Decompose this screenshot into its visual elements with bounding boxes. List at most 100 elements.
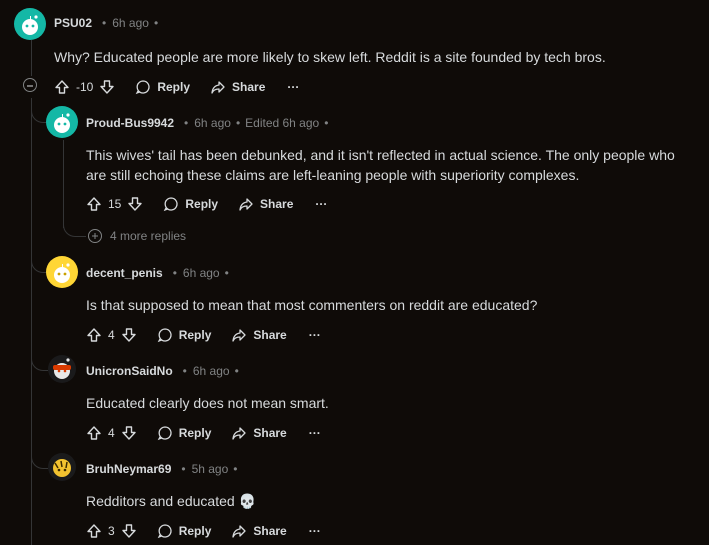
comment-meta: decent_penis • 6h ago •	[86, 266, 234, 280]
thread-line-root	[31, 40, 32, 76]
share-button[interactable]: Share	[231, 425, 287, 441]
reply-label: Reply	[178, 426, 212, 440]
upvote-button[interactable]	[86, 327, 102, 343]
comment-actions: 4 Reply Share ···	[86, 325, 321, 345]
separator: •	[235, 116, 241, 130]
share-icon	[239, 198, 253, 211]
comment-meta: BruhNeymar69 • 5h ago •	[86, 462, 242, 476]
reply-label: Reply	[178, 524, 212, 538]
downvote-icon	[128, 197, 143, 211]
more-options-button[interactable]: ···	[315, 197, 327, 211]
comment-meta: UnicronSaidNo • 6h ago •	[86, 364, 244, 378]
score: 15	[108, 197, 122, 211]
plus-circle-icon	[88, 229, 102, 243]
more-options-button[interactable]: ···	[309, 426, 321, 440]
comment-body: Why? Educated people are more likely to …	[54, 49, 606, 65]
downvote-button[interactable]	[121, 523, 137, 539]
avatar[interactable]	[48, 355, 76, 383]
reply-button[interactable]: Reply	[157, 327, 212, 343]
comment-icon	[136, 80, 150, 95]
upvote-icon	[55, 80, 69, 94]
separator: •	[324, 116, 329, 130]
downvote-icon	[121, 328, 136, 342]
separator: •	[184, 116, 189, 130]
username[interactable]: decent_penis	[86, 266, 163, 280]
username[interactable]: PSU02	[54, 16, 92, 30]
reply-button[interactable]: Reply	[163, 196, 218, 212]
more-options-button[interactable]: ···	[309, 524, 321, 538]
reply-button[interactable]: Reply	[157, 425, 212, 441]
comment-body: Is that supposed to mean that most comme…	[86, 297, 538, 313]
comment-body: Redditors and educated 💀	[86, 493, 256, 509]
share-icon	[232, 427, 247, 440]
comment-icon	[157, 328, 172, 343]
reply-button[interactable]: Reply	[157, 523, 212, 539]
more-options-button[interactable]: ···	[309, 328, 321, 342]
collapse-button[interactable]	[23, 78, 37, 92]
edited-label: Edited 6h ago	[245, 116, 320, 130]
upvote-button[interactable]	[86, 196, 102, 212]
share-button[interactable]: Share	[238, 196, 293, 212]
thread-curve-c3	[31, 348, 48, 371]
avatar[interactable]	[48, 453, 76, 481]
comment-meta: Proud-Bus9942 • 6h ago • Edited 6h ago •	[86, 116, 333, 130]
comment-body: This wives' tail has been debunked, and …	[86, 147, 675, 183]
snoo-icon	[54, 113, 70, 133]
minus-icon	[27, 85, 33, 87]
downvote-button[interactable]	[127, 196, 143, 212]
share-icon	[211, 81, 225, 94]
reply-label: Reply	[178, 328, 212, 342]
more-replies-button[interactable]: 4 more replies	[87, 228, 186, 244]
upvote-icon	[87, 524, 101, 538]
username[interactable]: UnicronSaidNo	[86, 364, 173, 378]
username[interactable]: BruhNeymar69	[86, 462, 171, 476]
share-icon	[232, 329, 247, 342]
upvote-icon	[87, 197, 101, 211]
reply-button[interactable]: Reply	[135, 79, 190, 95]
thread-line-level2	[63, 140, 64, 228]
comment-actions: 4 Reply Share ···	[86, 423, 321, 443]
comment-body: Educated clearly does not mean smart.	[86, 395, 329, 411]
score: -10	[76, 80, 94, 94]
share-button[interactable]: Share	[231, 327, 287, 343]
upvote-icon	[87, 328, 101, 342]
separator: •	[233, 462, 238, 476]
more-replies-label: 4 more replies	[110, 229, 187, 243]
comment-meta: PSU02 • 6h ago •	[54, 16, 163, 30]
score: 4	[108, 328, 115, 342]
separator: •	[224, 266, 229, 280]
timestamp[interactable]: 6h ago	[194, 116, 231, 130]
reply-label: Reply	[157, 80, 191, 94]
downvote-button[interactable]	[99, 79, 115, 95]
avatar[interactable]	[46, 106, 78, 138]
upvote-button[interactable]	[54, 79, 70, 95]
timestamp[interactable]: 5h ago	[192, 462, 229, 476]
timestamp[interactable]: 6h ago	[193, 364, 230, 378]
avatar[interactable]	[14, 8, 46, 40]
upvote-button[interactable]	[86, 523, 102, 539]
downvote-icon	[121, 426, 136, 440]
share-button[interactable]: Share	[210, 79, 265, 95]
share-button[interactable]: Share	[231, 523, 287, 539]
avatar[interactable]	[46, 256, 78, 288]
comment-icon	[157, 524, 172, 539]
timestamp[interactable]: 6h ago	[112, 16, 149, 30]
separator: •	[153, 16, 159, 30]
timestamp[interactable]: 6h ago	[183, 266, 220, 280]
comment-actions: 15 Reply Share ···	[86, 194, 327, 214]
snoo-icon	[54, 263, 70, 283]
comment-actions: -10 Reply Share ···	[54, 77, 299, 97]
thread-curve-more	[63, 218, 86, 237]
upvote-icon	[87, 426, 101, 440]
separator: •	[234, 364, 239, 378]
downvote-icon	[100, 80, 115, 94]
thread-line-root-lower	[31, 98, 32, 545]
downvote-button[interactable]	[121, 327, 137, 343]
username[interactable]: Proud-Bus9942	[86, 116, 174, 130]
more-options-button[interactable]: ···	[287, 80, 299, 94]
upvote-button[interactable]	[86, 425, 102, 441]
reply-label: Reply	[185, 197, 219, 211]
downvote-button[interactable]	[121, 425, 137, 441]
thread-curve-c4	[31, 446, 48, 469]
share-label: Share	[253, 524, 287, 538]
